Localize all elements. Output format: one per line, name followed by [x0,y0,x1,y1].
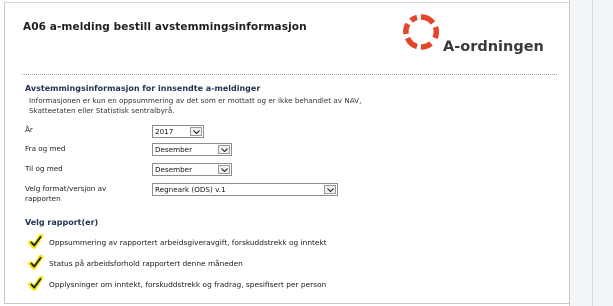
chevron-down-icon [324,185,336,194]
report-option-1-label: Oppsummering av rapportert arbeidsgivera… [49,238,327,247]
report-option-3-label: Opplysninger om inntekt, forskuddstrekk … [49,280,327,289]
nav-logo-icon [403,14,440,50]
chevron-down-icon [218,165,230,174]
section-heading: Avstemmingsinformasjon for innsendte a-m… [25,84,261,93]
header-divider [22,74,557,75]
right-scroll-area [569,0,613,306]
checkmark-icon[interactable] [28,233,44,250]
year-select[interactable]: 2017 [152,125,204,138]
year-select-value: 2017 [155,127,174,136]
page-title: A06 a-melding bestill avstemmingsinforma… [23,21,307,33]
format-label: Velg format/versjon av rapporten [25,184,107,203]
year-label: År [25,125,33,134]
info-text: Informasjonen er kun en oppsummering av … [29,96,362,115]
report-option-2-label: Status på arbeidsforhold rapportert denn… [49,259,243,268]
checkmark-icon[interactable] [28,254,44,271]
from-month-select[interactable]: Desember [152,143,232,156]
from-select-value: Desember [155,145,193,154]
logo-text: A-ordningen [443,39,544,55]
from-label: Fra og med [25,144,66,153]
reports-heading: Velg rapport(er) [25,218,99,227]
chevron-down-icon [190,127,202,136]
to-month-select[interactable]: Desember [152,163,232,176]
checkmark-icon[interactable] [28,275,44,292]
format-select-value: Regneark (ODS) v.1 [155,185,226,194]
to-label: Til og med [25,164,63,173]
to-select-value: Desember [155,165,193,174]
chevron-down-icon [218,145,230,154]
format-select[interactable]: Regneark (ODS) v.1 [152,183,338,196]
